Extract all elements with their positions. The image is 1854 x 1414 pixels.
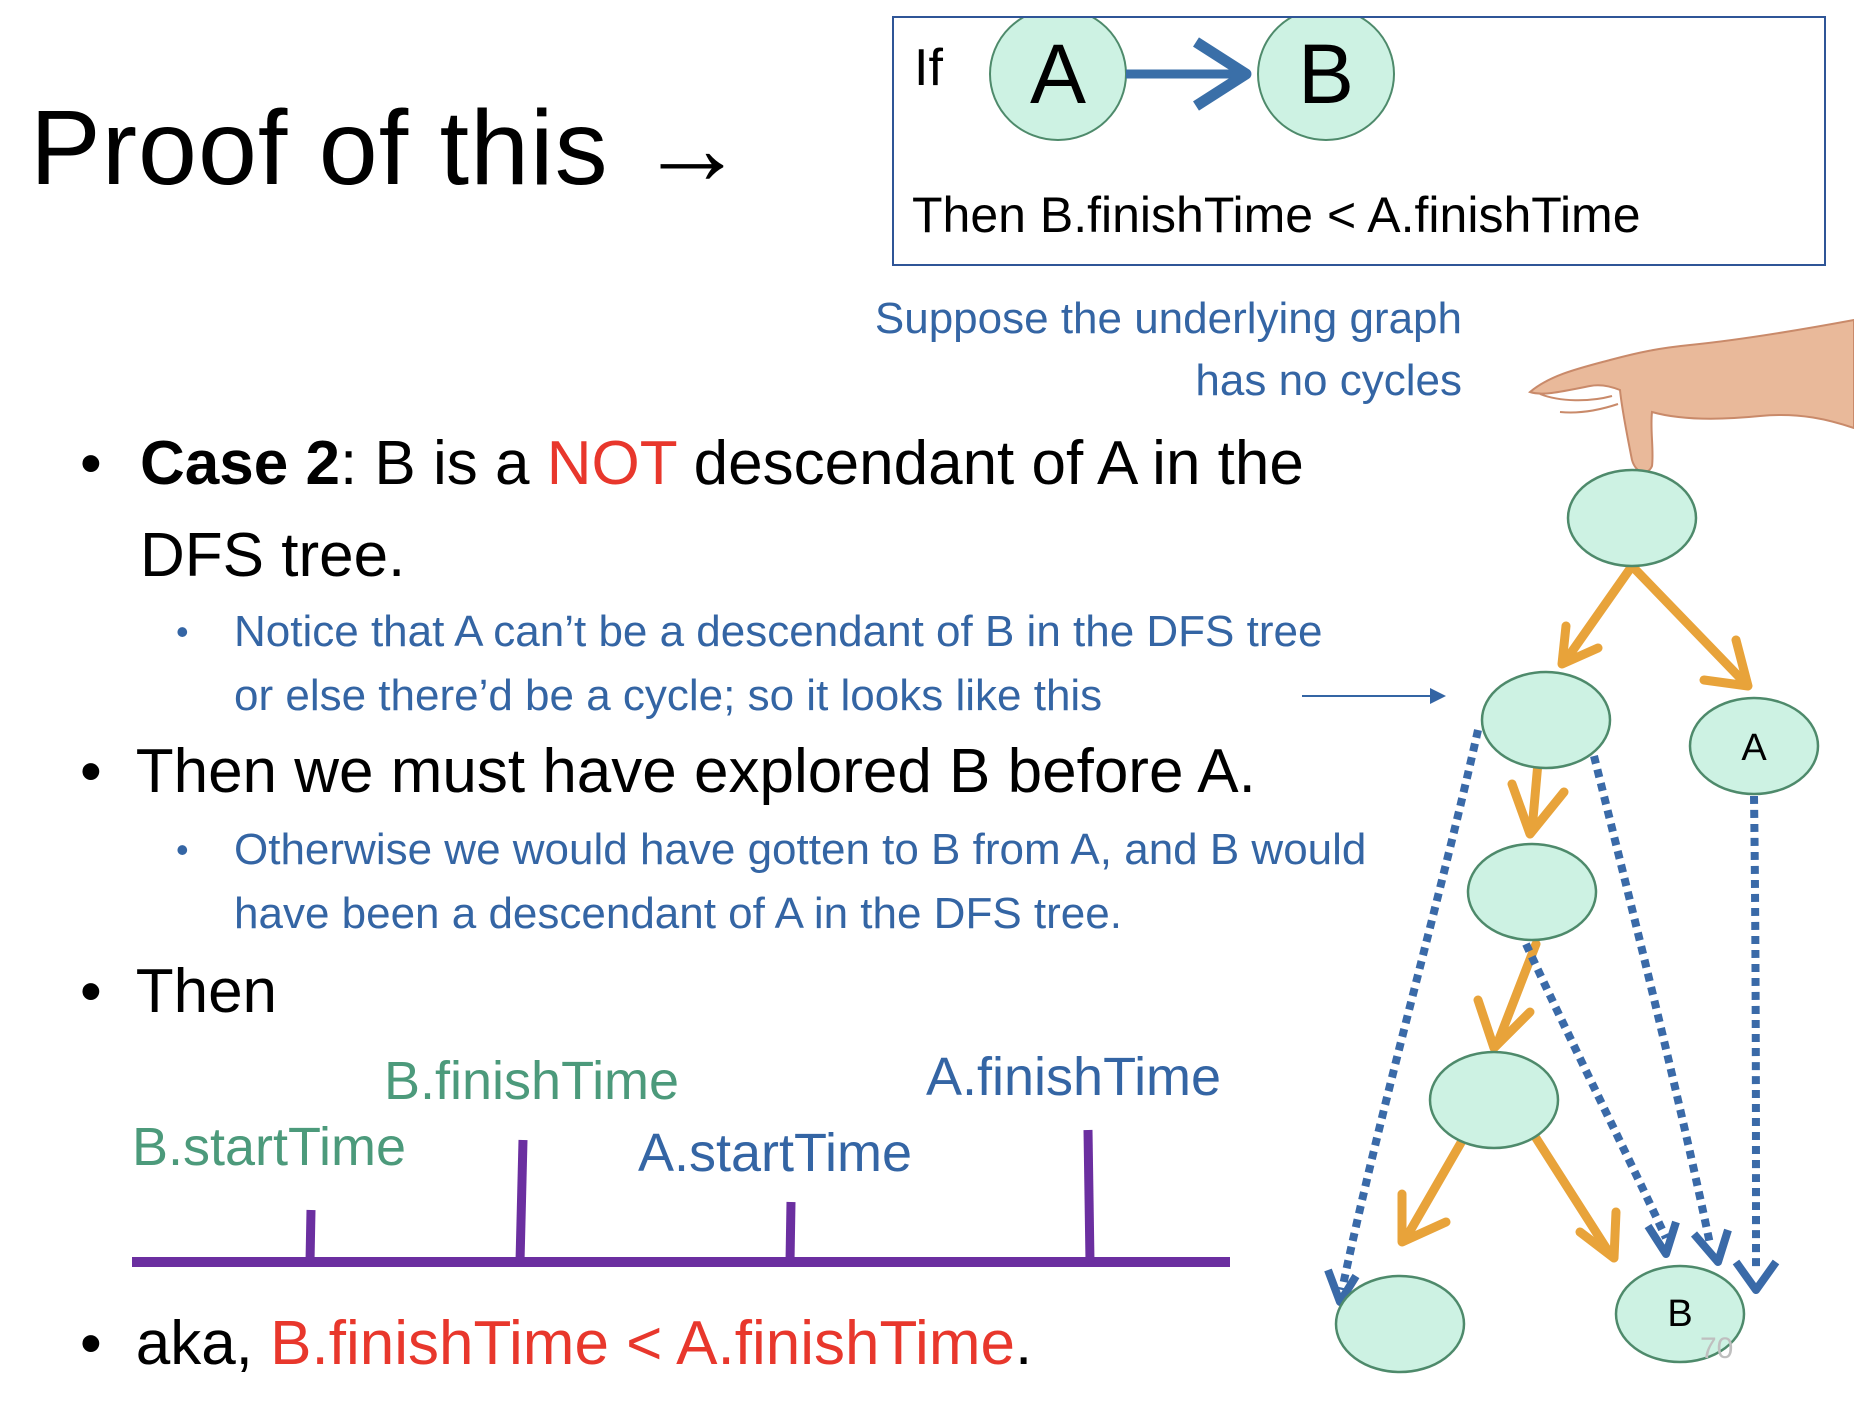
dotted-edge-n1-leaf	[1338, 729, 1482, 1291]
tree-node-n2	[1466, 842, 1598, 942]
tree-edge-root-right	[1627, 561, 1751, 689]
dotted-edge-a-b	[1750, 795, 1760, 1271]
slide: Proof of this → If A B Then B.finishTime…	[0, 0, 1854, 1414]
hand-image	[1527, 318, 1854, 474]
page-number: 70	[1700, 1332, 1734, 1365]
tree-node-left-leaf	[1334, 1274, 1466, 1374]
tree-node-n3	[1428, 1050, 1560, 1150]
dfs-tree-diagram: A B	[1302, 318, 1854, 1374]
dotted-edge-n1-b	[1590, 755, 1714, 1245]
tree-node-n1	[1480, 670, 1612, 770]
tree-node-a-label: A	[1741, 727, 1767, 769]
tree-node-b-label: B	[1667, 1293, 1692, 1335]
right-arrow-icon	[1302, 688, 1446, 704]
tree-node-root	[1566, 468, 1698, 568]
tree-edge-n3-b	[1531, 1133, 1615, 1259]
